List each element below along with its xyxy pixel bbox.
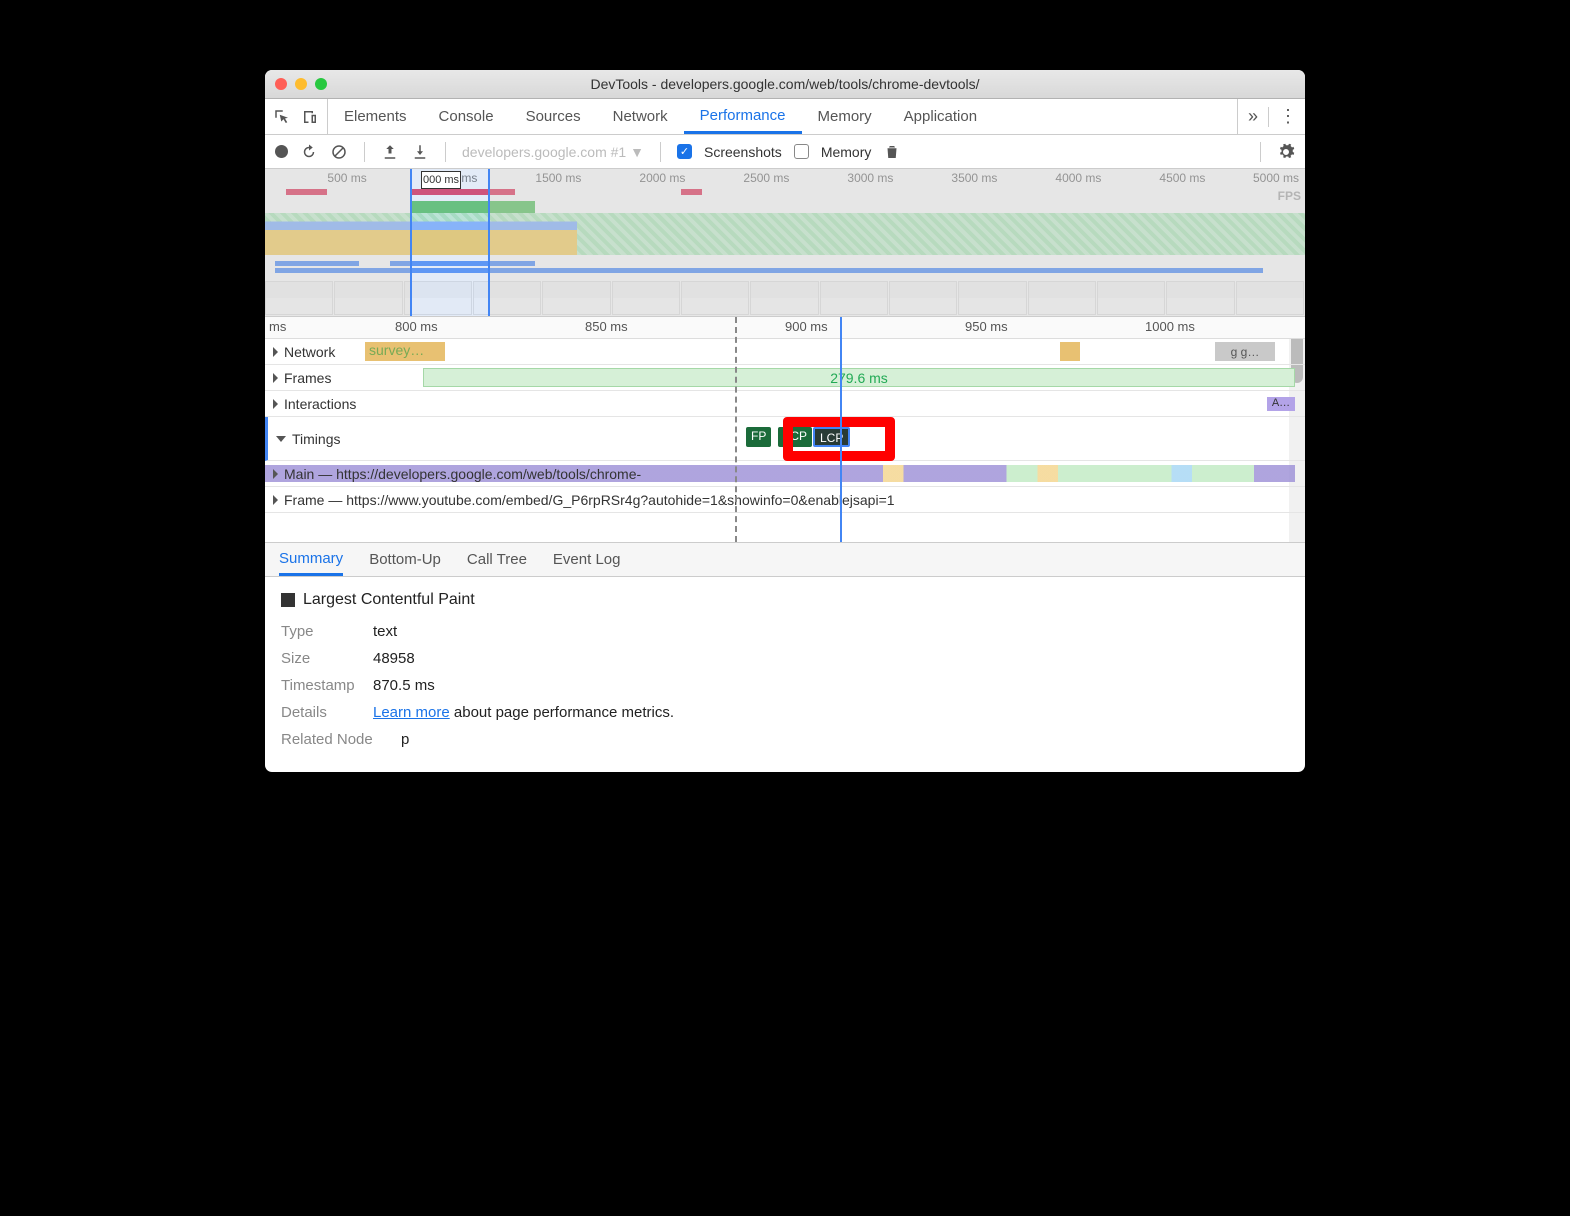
tab-console[interactable]: Console — [423, 99, 510, 134]
chevron-right-icon — [273, 373, 278, 383]
summary-title: Largest Contentful Paint — [281, 591, 1289, 609]
device-toggle-icon[interactable] — [301, 108, 319, 126]
detail-pane[interactable]: ms 800 ms 850 ms 900 ms 950 ms 1000 ms N… — [265, 317, 1305, 543]
track-frames[interactable]: Frames 279.6 ms — [265, 365, 1305, 391]
track-timings[interactable]: Timings FP FCP LCP — [265, 417, 1305, 461]
trash-icon[interactable] — [883, 143, 901, 161]
chevron-right-icon — [273, 347, 278, 357]
btab-event-log[interactable]: Event Log — [553, 545, 621, 574]
overview-tooltip: 000 ms — [421, 171, 461, 189]
tab-memory[interactable]: Memory — [802, 99, 888, 134]
value-timestamp: 870.5 ms — [373, 677, 435, 694]
btab-summary[interactable]: Summary — [279, 544, 343, 576]
devtools-window: DevTools - developers.google.com/web/too… — [265, 70, 1305, 772]
download-icon[interactable] — [411, 143, 429, 161]
tab-elements[interactable]: Elements — [328, 99, 423, 134]
label-type: Type — [281, 623, 373, 640]
network-gg-block[interactable]: g g… — [1215, 342, 1275, 361]
label-timestamp: Timestamp — [281, 677, 373, 694]
main-tabs: Elements Console Sources Network Perform… — [328, 99, 993, 134]
topbar: Elements Console Sources Network Perform… — [265, 99, 1305, 135]
track-network[interactable]: Network survey… g g… — [265, 339, 1305, 365]
page-select[interactable]: developers.google.com #1 ▼ — [462, 144, 644, 160]
summary-panel: Largest Contentful Paint Typetext Size48… — [265, 577, 1305, 772]
tab-performance[interactable]: Performance — [684, 99, 802, 134]
track-main[interactable]: Main — https://developers.google.com/web… — [265, 461, 1305, 487]
bottom-tabs: Summary Bottom-Up Call Tree Event Log — [265, 543, 1305, 577]
annotation-highlight — [783, 417, 895, 461]
learn-more-link[interactable]: Learn more — [373, 704, 450, 721]
network-item[interactable]: survey… — [365, 342, 445, 361]
gear-icon[interactable] — [1277, 143, 1295, 161]
overview-pane[interactable]: 500 ms 1000 ms 1500 ms 2000 ms 2500 ms 3… — [265, 169, 1305, 317]
inspect-icon[interactable] — [273, 108, 291, 126]
track-interactions[interactable]: Interactions A… — [265, 391, 1305, 417]
playhead-line — [840, 317, 842, 542]
chevron-right-icon — [273, 399, 278, 409]
tab-sources[interactable]: Sources — [510, 99, 597, 134]
interaction-badge[interactable]: A… — [1267, 397, 1295, 411]
frame-bar[interactable]: 279.6 ms — [423, 368, 1295, 387]
track-frame[interactable]: Frame — https://www.youtube.com/embed/G_… — [265, 487, 1305, 513]
fp-marker[interactable]: FP — [746, 427, 771, 447]
overflow-icon[interactable]: » — [1248, 106, 1258, 127]
tab-application[interactable]: Application — [888, 99, 993, 134]
chevron-right-icon — [273, 495, 278, 505]
label-size: Size — [281, 650, 373, 667]
kebab-icon[interactable]: ⋮ — [1279, 106, 1295, 127]
screenshots-label: Screenshots — [704, 144, 782, 160]
memory-label: Memory — [821, 144, 872, 160]
upload-icon[interactable] — [381, 143, 399, 161]
btab-call-tree[interactable]: Call Tree — [467, 545, 527, 574]
reload-icon[interactable] — [300, 143, 318, 161]
value-related-node[interactable]: p — [401, 731, 409, 748]
overview-selection[interactable] — [410, 169, 490, 316]
chevron-right-icon — [273, 469, 278, 479]
window-title: DevTools - developers.google.com/web/too… — [265, 76, 1305, 92]
value-size: 48958 — [373, 650, 415, 667]
value-type: text — [373, 623, 397, 640]
chevron-down-icon — [276, 436, 286, 442]
record-button[interactable] — [275, 145, 288, 158]
label-details: Details — [281, 704, 373, 721]
swatch-icon — [281, 593, 295, 607]
detail-ruler: ms 800 ms 850 ms 900 ms 950 ms 1000 ms — [265, 317, 1305, 339]
memory-checkbox[interactable] — [794, 144, 809, 159]
screenshots-checkbox[interactable] — [677, 144, 692, 159]
btab-bottom-up[interactable]: Bottom-Up — [369, 545, 441, 574]
label-related-node: Related Node — [281, 731, 401, 748]
titlebar: DevTools - developers.google.com/web/too… — [265, 70, 1305, 99]
network-block[interactable] — [1060, 342, 1080, 361]
hover-line — [735, 317, 737, 542]
tab-network[interactable]: Network — [597, 99, 684, 134]
clear-icon[interactable] — [330, 143, 348, 161]
perf-toolbar: developers.google.com #1 ▼ Screenshots M… — [265, 135, 1305, 169]
